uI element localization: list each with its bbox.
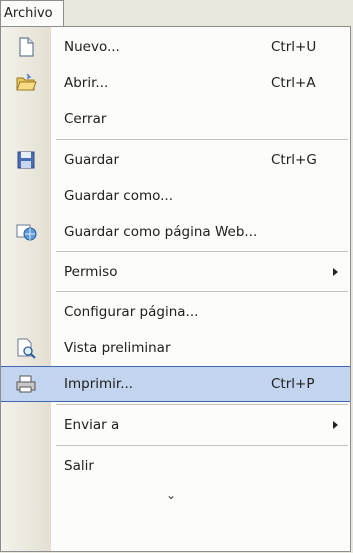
menu-item-label: Enviar a	[64, 417, 120, 433]
menu-item-vista-preliminar[interactable]: Vista preliminar	[1, 330, 350, 366]
menu-separator	[56, 445, 348, 446]
menu-item-label: Cerrar	[64, 111, 107, 127]
menu-item-configurar-pagina[interactable]: Configurar página...	[1, 294, 350, 330]
new-document-icon	[19, 37, 34, 57]
menu-item-guardar-como[interactable]: Guardar como...	[1, 178, 350, 214]
save-disk-icon	[17, 151, 35, 169]
expand-menu-chevron-icon[interactable]: ⌄	[161, 487, 181, 503]
menu-item-label: Permiso	[64, 264, 118, 280]
menu-item-label: Salir	[64, 458, 94, 474]
menu-item-enviar-a[interactable]: Enviar a	[1, 407, 350, 443]
archivo-dropdown-menu: Nuevo... Ctrl+U Abrir... Ctrl+A Cerrar G…	[0, 26, 351, 552]
printer-icon	[16, 375, 36, 393]
open-folder-icon	[16, 73, 37, 91]
menu-separator	[56, 139, 348, 140]
menu-separator	[56, 404, 348, 405]
menu-item-nuevo[interactable]: Nuevo... Ctrl+U	[1, 29, 350, 65]
submenu-arrow-icon	[333, 421, 338, 429]
menu-tab-archivo[interactable]: Archivo	[0, 0, 64, 27]
save-as-web-page-icon	[16, 224, 37, 241]
menu-item-label: Abrir...	[64, 75, 109, 91]
menu-item-label: Guardar como página Web...	[64, 224, 258, 240]
submenu-arrow-icon	[333, 268, 338, 276]
menu-item-cerrar[interactable]: Cerrar	[1, 101, 350, 137]
menu-item-label: Guardar como...	[64, 188, 174, 204]
window-frame: Archivo Nuevo... Ctrl+U Abrir... Ctrl+A …	[0, 0, 353, 553]
menu-item-salir[interactable]: Salir	[1, 448, 350, 484]
menu-item-label: Vista preliminar	[64, 340, 171, 356]
menu-item-label: Configurar página...	[64, 304, 199, 320]
menu-separator	[56, 251, 348, 252]
menu-item-label: Nuevo...	[64, 39, 120, 55]
menu-item-label: Imprimir...	[64, 376, 134, 392]
menu-item-permiso[interactable]: Permiso	[1, 254, 350, 290]
menu-item-shortcut: Ctrl+G	[271, 152, 317, 168]
menu-separator	[56, 291, 348, 292]
print-preview-icon	[17, 338, 36, 359]
menu-item-guardar[interactable]: Guardar Ctrl+G	[1, 142, 350, 178]
menu-item-shortcut: Ctrl+A	[271, 75, 316, 91]
menu-item-label: Guardar	[64, 152, 119, 168]
menu-item-shortcut: Ctrl+P	[271, 376, 315, 392]
menu-item-imprimir[interactable]: Imprimir... Ctrl+P	[1, 366, 350, 402]
menu-item-shortcut: Ctrl+U	[271, 39, 317, 55]
menu-item-guardar-como-web[interactable]: Guardar como página Web...	[1, 214, 350, 250]
menu-item-abrir[interactable]: Abrir... Ctrl+A	[1, 65, 350, 101]
